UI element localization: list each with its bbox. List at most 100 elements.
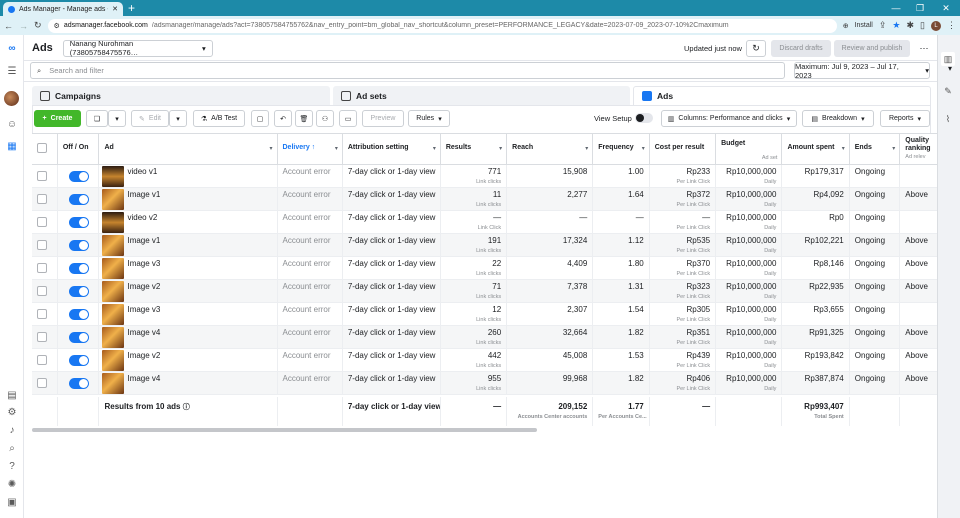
back-icon[interactable]: ← <box>4 21 13 31</box>
ads-manager-table-icon[interactable]: ▦ <box>4 140 20 154</box>
edit-pencil-icon[interactable]: ✎ <box>941 84 955 98</box>
search-input[interactable]: ⌕ Search and filter <box>30 62 785 79</box>
chart-icon[interactable]: ⌇ <box>941 112 955 126</box>
table-row[interactable]: video v1 Account error 7-day click or 1-… <box>32 165 937 188</box>
search-icon[interactable]: ⌕ <box>4 442 20 456</box>
discard-drafts-button[interactable]: Discard drafts <box>771 40 831 57</box>
ad-status-toggle[interactable] <box>68 378 89 389</box>
reload-icon[interactable]: ↻ <box>34 20 42 31</box>
window-close-icon[interactable]: ✕ <box>934 0 958 16</box>
col-amount-spent[interactable]: Amount spent ▾ <box>782 134 850 164</box>
table-row[interactable]: Image v2 Account error 7-day click or 1-… <box>32 280 937 303</box>
ad-name[interactable]: Image v2 <box>127 282 160 291</box>
row-checkbox[interactable] <box>37 309 47 319</box>
billing-icon[interactable]: ▤ <box>4 389 20 403</box>
ad-name-cell[interactable]: Image v4 <box>99 326 278 348</box>
col-ends[interactable]: Ends ▾ <box>850 134 901 164</box>
settings-gear-icon[interactable]: ⚙ <box>4 406 20 420</box>
horizontal-scrollbar[interactable] <box>32 428 537 432</box>
refresh-button[interactable]: ↻ <box>746 40 766 57</box>
restore-icon[interactable]: ❐ <box>908 0 932 16</box>
ad-name[interactable]: Image v4 <box>127 374 160 383</box>
col-results[interactable]: Results ▾ <box>441 134 508 164</box>
col-ad[interactable]: Ad ▾ <box>99 134 278 164</box>
ad-name-cell[interactable]: Image v1 <box>99 234 278 256</box>
bug-report-icon[interactable]: ✺ <box>4 478 20 492</box>
bookmark-star-icon[interactable]: ★ <box>892 20 900 31</box>
col-cost-per-result[interactable]: Cost per result <box>650 134 717 164</box>
ad-status-toggle[interactable] <box>68 171 89 182</box>
ad-name-cell[interactable]: Image v4 <box>99 372 278 394</box>
install-icon[interactable]: ⊕ <box>843 22 849 30</box>
table-row[interactable]: video v2 Account error 7-day click or 1-… <box>32 211 937 234</box>
extensions-icon[interactable]: ✱ <box>907 20 915 31</box>
table-row[interactable]: Image v3 Account error 7-day click or 1-… <box>32 257 937 280</box>
tab-adsets[interactable]: Ad sets <box>333 86 630 105</box>
tab-campaigns[interactable]: Campaigns <box>32 86 330 105</box>
hamburger-menu-icon[interactable]: ☰ <box>4 65 20 79</box>
ad-name[interactable]: Image v3 <box>127 259 160 268</box>
ad-name-cell[interactable]: video v2 <box>99 211 278 233</box>
ad-name[interactable]: video v2 <box>127 213 157 222</box>
table-row[interactable]: Image v4 Account error 7-day click or 1-… <box>32 372 937 395</box>
col-budget[interactable]: Budget Ad set <box>716 134 783 164</box>
table-row[interactable]: Image v3 Account error 7-day click or 1-… <box>32 303 937 326</box>
ad-name-cell[interactable]: Image v2 <box>99 280 278 302</box>
ad-name-cell[interactable]: Image v1 <box>99 188 278 210</box>
profile-avatar[interactable]: L <box>931 20 941 31</box>
table-row[interactable]: Image v2 Account error 7-day click or 1-… <box>32 349 937 372</box>
edit-button[interactable]: ✎ Edit <box>131 110 169 127</box>
date-range-picker[interactable]: Maximum: Jul 9, 2023 – Jul 17, 2023 ▾ <box>794 62 930 80</box>
account-avatar[interactable] <box>4 91 19 106</box>
ab-test-button[interactable]: ⚗ A/B Test <box>193 110 245 127</box>
ad-status-toggle[interactable] <box>68 332 89 343</box>
row-checkbox[interactable] <box>37 355 47 365</box>
forward-icon[interactable]: → <box>19 21 28 31</box>
row-checkbox[interactable] <box>37 240 47 250</box>
col-reach[interactable]: Reach ▾ <box>507 134 594 164</box>
info-icon[interactable]: ⓘ <box>183 404 190 411</box>
row-checkbox[interactable] <box>37 378 47 388</box>
ad-status-toggle[interactable] <box>68 263 89 274</box>
row-checkbox[interactable] <box>37 194 47 204</box>
col-quality[interactable]: Quality ranking Ad relev <box>900 134 937 164</box>
ad-name-cell[interactable]: Image v2 <box>99 349 278 371</box>
account-selector[interactable]: Nanang Nurohman (73805758475576… ▾ <box>62 39 213 57</box>
share-icon[interactable]: ⇪ <box>879 20 887 31</box>
rules-button[interactable]: Rules ▾ <box>408 110 450 127</box>
ad-status-toggle[interactable] <box>68 217 89 228</box>
reports-button[interactable]: Reports ▾ <box>880 110 930 127</box>
smiley-account-icon[interactable]: ☺ <box>4 118 20 132</box>
row-checkbox[interactable] <box>37 286 47 296</box>
view-setup-toggle[interactable] <box>635 113 653 123</box>
table-row[interactable]: Image v4 Account error 7-day click or 1-… <box>32 326 937 349</box>
col-attribution[interactable]: Attribution setting ▾ <box>343 134 441 164</box>
columns-button[interactable]: ▥ Columns: Performance and clicks ▾ <box>661 110 797 127</box>
collapse-icon[interactable]: ▣ <box>4 496 20 510</box>
ad-name-cell[interactable]: video v1 <box>99 165 278 187</box>
meta-logo-icon[interactable]: ∞ <box>4 42 20 56</box>
row-checkbox[interactable] <box>37 217 47 227</box>
ad-name-cell[interactable]: Image v3 <box>99 303 278 325</box>
select-all-checkbox[interactable] <box>37 143 47 153</box>
ad-name[interactable]: Image v3 <box>127 305 160 314</box>
tab-close-icon[interactable]: ✕ <box>112 5 118 13</box>
clipboard-button[interactable]: ▢ <box>251 110 269 127</box>
ad-name[interactable]: Image v4 <box>127 328 160 337</box>
row-checkbox[interactable] <box>37 263 47 273</box>
sidepanel-icon[interactable]: ▯ <box>920 20 925 31</box>
tab-ads[interactable]: Ads <box>633 86 931 105</box>
ad-status-toggle[interactable] <box>68 286 89 297</box>
table-row[interactable]: Image v1 Account error 7-day click or 1-… <box>32 234 937 257</box>
edit-dropdown[interactable]: ▾ <box>169 110 187 127</box>
comment-button[interactable]: ▭ <box>339 110 357 127</box>
preview-button[interactable]: Preview <box>362 110 404 127</box>
help-icon[interactable]: ? <box>4 460 20 474</box>
ad-status-toggle[interactable] <box>68 355 89 366</box>
more-options-icon[interactable]: ⋯ <box>916 40 932 57</box>
ad-status-toggle[interactable] <box>68 309 89 320</box>
table-row[interactable]: Image v1 Account error 7-day click or 1-… <box>32 188 937 211</box>
delete-button[interactable]: 🗑 <box>295 110 313 127</box>
col-delivery[interactable]: Delivery ↑ ▾ <box>278 134 343 164</box>
ad-status-toggle[interactable] <box>68 194 89 205</box>
